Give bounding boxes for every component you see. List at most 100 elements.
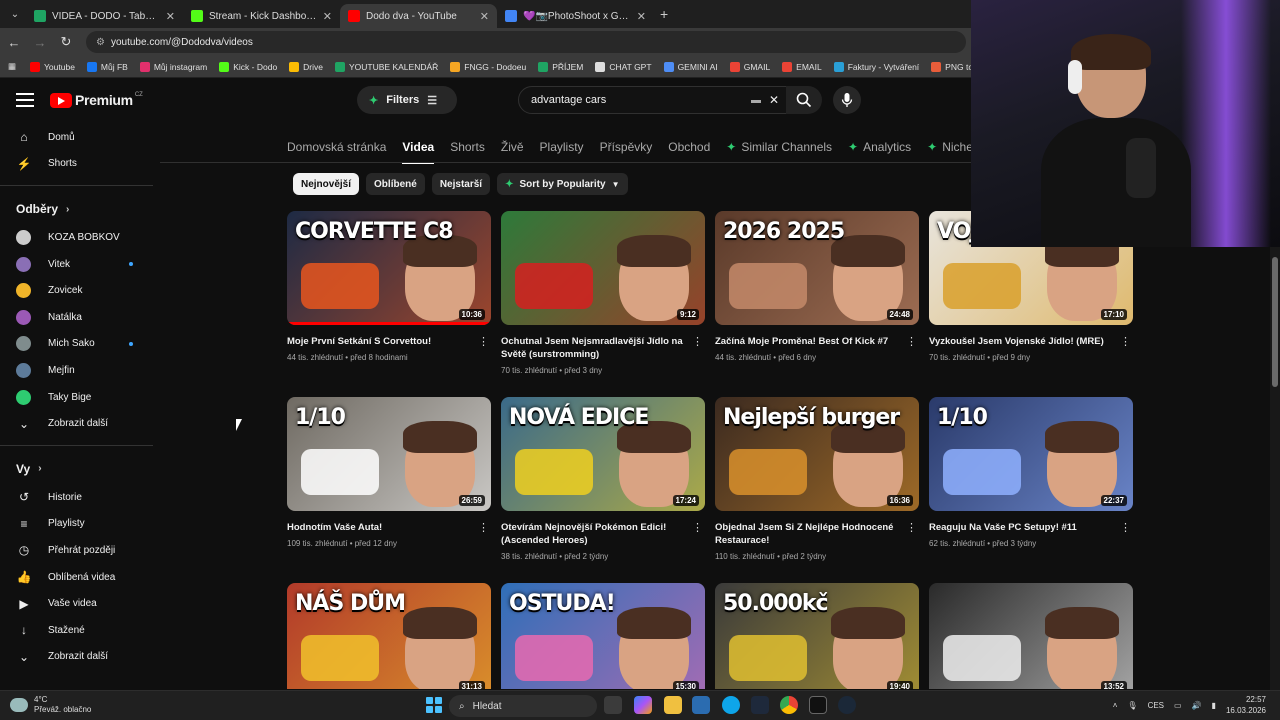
url-bar[interactable]: ⚙ youtube.com/@Dododva/videos <box>86 31 966 53</box>
video-title[interactable]: Otevírám Nejnovější Pokémon Edici! (Asce… <box>501 521 705 547</box>
video-title[interactable]: Objednal Jsem Si Z Nejlépe Hodnocené Res… <box>715 521 919 547</box>
video-thumbnail[interactable]: 50.000kč 19:40 <box>715 583 919 689</box>
youtube-premium-logo[interactable]: Premium CZ <box>50 92 143 108</box>
bookmark-item[interactable]: GMAIL <box>729 61 770 72</box>
tab-search-icon[interactable]: ⌄ <box>4 3 26 25</box>
browser-tab[interactable]: Stream - Kick Dashboard ✕ <box>183 4 340 28</box>
video-card[interactable]: OSTUDA! 15:30 <box>501 583 705 689</box>
video-title[interactable]: Vyzkoušel Jsem Vojenské Jídlo! (MRE) <box>929 335 1133 348</box>
video-card[interactable]: 50.000kč 19:40 <box>715 583 919 689</box>
bookmark-item[interactable]: Youtube <box>30 61 75 72</box>
search-button[interactable] <box>786 86 822 114</box>
sidebar-item[interactable]: Mejfin <box>0 357 156 384</box>
sort-chip[interactable]: Nejnovější <box>293 173 360 195</box>
bookmark-item[interactable]: Drive <box>289 61 323 72</box>
sidebar-item[interactable]: ↓ Stažené <box>0 617 156 644</box>
sidebar-item[interactable]: Vitek <box>0 251 156 278</box>
close-tab-icon[interactable]: ✕ <box>480 10 489 23</box>
browser-tab[interactable]: 💜📷PhotoShoot x Green Scr ✕ <box>497 4 654 28</box>
more-options-icon[interactable]: ⋮ <box>478 335 489 348</box>
bookmark-item[interactable]: CHAT GPT <box>595 61 652 72</box>
sort-by-popularity-button[interactable]: ✦ Sort by Popularity ▼ <box>497 173 628 195</box>
close-tab-icon[interactable]: ✕ <box>637 10 646 23</box>
sort-chip[interactable]: Oblíbené <box>366 173 425 195</box>
bookmark-item[interactable]: EMAIL <box>782 61 822 72</box>
video-title[interactable]: Ochutnal Jsem Nejsmradlavější Jídlo na S… <box>501 335 705 361</box>
video-card[interactable]: 1/10 26:59 Hodnotím Vaše Auta! 109 tis. zhl… <box>287 397 491 548</box>
video-thumbnail[interactable]: Nejlepší burger 16:36 <box>715 397 919 511</box>
you-show-more[interactable]: ⌄ Zobrazit další <box>0 644 156 671</box>
language-indicator[interactable]: CES <box>1148 701 1164 710</box>
video-thumbnail[interactable]: 2026 2025 24:48 <box>715 211 919 325</box>
close-tab-icon[interactable]: ✕ <box>166 10 175 23</box>
bookmark-item[interactable]: Můj instagram <box>139 61 207 72</box>
channel-tab[interactable]: Příspěvky <box>600 134 653 164</box>
voice-search-button[interactable] <box>833 86 861 114</box>
page-scrollbar[interactable] <box>1270 247 1280 690</box>
video-title[interactable]: Začíná Moje Proměna! Best Of Kick #7 <box>715 335 919 348</box>
task-view-icon[interactable] <box>604 696 622 714</box>
scrollbar-thumb[interactable] <box>1272 257 1278 387</box>
video-card[interactable]: 2026 2025 24:48 Začíná Moje Proměna! Best … <box>715 211 919 362</box>
video-thumbnail[interactable]: OSTUDA! 15:30 <box>501 583 705 689</box>
clear-search-icon[interactable]: ✕ <box>769 93 779 107</box>
video-title[interactable]: Moje První Setkání S Corvettou! <box>287 335 491 348</box>
close-tab-icon[interactable]: ✕ <box>323 10 332 23</box>
more-options-icon[interactable]: ⋮ <box>906 521 917 534</box>
network-icon[interactable]: ▭ <box>1174 701 1182 710</box>
channel-tab[interactable]: Playlisty <box>540 134 584 164</box>
channel-tab[interactable]: Domovská stránka <box>287 134 386 164</box>
terminal-icon[interactable] <box>751 696 769 714</box>
bookmark-item[interactable]: GEMINI AI <box>663 61 718 72</box>
channel-tab[interactable]: Živě <box>501 134 524 164</box>
taskbar-search[interactable]: ⌕ Hledat <box>449 695 597 717</box>
forward-icon[interactable]: → <box>28 35 52 50</box>
video-card[interactable]: NOVÁ EDICE 17:24 Otevírám Nejnovější Pokém… <box>501 397 705 561</box>
bookmark-item[interactable]: Můj FB <box>86 61 128 72</box>
video-thumbnail[interactable]: 13:52 <box>929 583 1133 689</box>
you-header[interactable]: Vy › <box>0 454 156 484</box>
video-card[interactable]: 9:12 Ochutnal Jsem Nejsmradlavější Jídlo … <box>501 211 705 375</box>
subscriptions-header[interactable]: Odběry › <box>0 194 156 224</box>
video-thumbnail[interactable]: NOVÁ EDICE 17:24 <box>501 397 705 511</box>
more-options-icon[interactable]: ⋮ <box>692 335 703 348</box>
sidebar-item[interactable]: ≡ Playlisty <box>0 511 156 538</box>
copilot-icon[interactable] <box>634 696 652 714</box>
chrome-icon[interactable] <box>780 696 798 714</box>
edge-icon[interactable] <box>722 696 740 714</box>
search-input[interactable]: advantage cars ▬ ✕ <box>518 86 788 114</box>
more-options-icon[interactable]: ⋮ <box>692 521 703 534</box>
video-thumbnail[interactable]: 9:12 <box>501 211 705 325</box>
extension-tab[interactable]: ✦ Similar Channels <box>726 134 832 164</box>
sidebar-item[interactable]: ▶ Vaše videa <box>0 590 156 617</box>
channel-tab[interactable]: Obchod <box>668 134 710 164</box>
subs-show-more[interactable]: ⌄ Zobrazit další <box>0 410 156 437</box>
video-card[interactable]: 1/10 22:37 Reaguju Na Vaše PC Setupy! #11 6… <box>929 397 1133 548</box>
clock[interactable]: 22:57 16.03.2026 <box>1226 694 1266 716</box>
sidebar-item[interactable]: ◷ Přehrát později <box>0 537 156 564</box>
new-tab-button[interactable]: + <box>660 6 668 22</box>
sidebar-item[interactable]: ⌂ Domů <box>0 124 156 151</box>
mic-tray-icon[interactable]: 🎙 <box>1127 701 1137 710</box>
video-card[interactable]: 13:52 <box>929 583 1133 689</box>
sidebar-item[interactable]: Natálka <box>0 304 156 331</box>
browser-tab[interactable]: Dodo dva - YouTube ✕ <box>340 4 497 28</box>
video-title[interactable]: Hodnotím Vaše Auta! <box>287 521 491 534</box>
video-thumbnail[interactable]: NÁŠ DŮM 31:13 <box>287 583 491 689</box>
sidebar-item[interactable]: KOZA BOBKOV <box>0 224 156 251</box>
reload-icon[interactable]: ↻ <box>54 34 78 50</box>
video-card[interactable]: CORVETTE C8 10:36 Moje První Setkání S Cor… <box>287 211 491 362</box>
filters-button[interactable]: ✦ Filters ☰ <box>357 86 457 114</box>
battery-icon[interactable]: ▮ <box>1212 701 1216 710</box>
store-icon[interactable] <box>692 696 710 714</box>
back-icon[interactable]: ← <box>2 35 26 50</box>
browser-tab[interactable]: VIDEA - DODO - Tabulky Googl ✕ <box>26 4 183 28</box>
site-info-icon[interactable]: ⚙ <box>96 37 105 48</box>
sidebar-item[interactable]: Zovicek <box>0 277 156 304</box>
bookmark-item[interactable]: YOUTUBE KALENDÁŘ <box>335 61 438 72</box>
bookmark-item[interactable]: Faktury - Vytváření <box>833 61 919 72</box>
bookmark-item[interactable]: PŘÍJEM <box>538 61 583 72</box>
menu-icon[interactable] <box>16 93 34 107</box>
more-options-icon[interactable]: ⋮ <box>478 521 489 534</box>
sort-chip[interactable]: Nejstarší <box>431 173 491 195</box>
